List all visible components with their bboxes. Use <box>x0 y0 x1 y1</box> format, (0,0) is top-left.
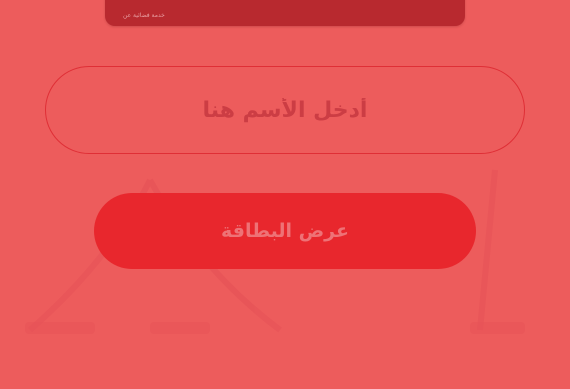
card-preview: خدمة فضائية عن <box>105 0 465 26</box>
card-preview-caption: خدمة فضائية عن <box>123 12 165 19</box>
name-input[interactable] <box>45 66 525 154</box>
show-card-button[interactable]: عرض البطاقة <box>94 193 476 269</box>
